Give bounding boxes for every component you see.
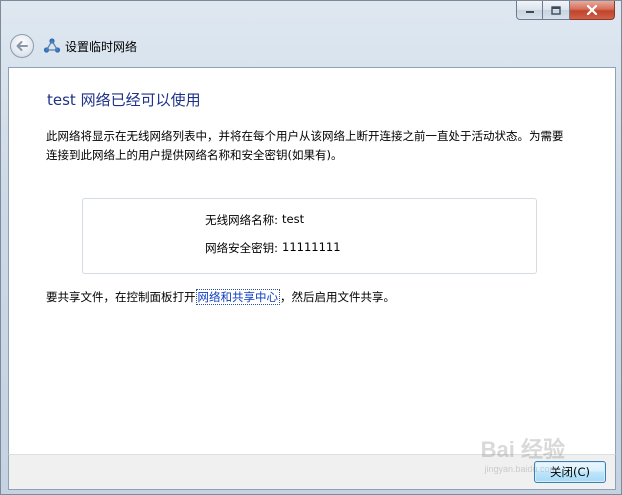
security-key-value: 11111111	[282, 240, 341, 254]
maximize-button[interactable]	[543, 1, 570, 20]
close-window-button[interactable]	[570, 1, 615, 20]
wizard-title: 设置临时网络	[65, 40, 138, 54]
network-name-label: 无线网络名称:	[205, 213, 278, 227]
caption-buttons	[516, 1, 615, 20]
share-suffix: ，然后启用文件共享。	[280, 290, 395, 304]
back-arrow-icon	[16, 41, 28, 51]
network-name-row: 无线网络名称: test	[83, 212, 538, 230]
adhoc-network-icon	[43, 38, 61, 53]
title-bar[interactable]	[1, 1, 621, 23]
maximize-icon	[551, 5, 561, 15]
minimize-icon	[525, 11, 534, 13]
security-key-row: 网络安全密钥: 11111111	[83, 240, 538, 258]
network-name-value: test	[282, 212, 305, 226]
share-prefix: 要共享文件，在控制面板打开	[46, 290, 196, 304]
minimize-button[interactable]	[516, 1, 543, 20]
window-frame: 设置临时网络 test 网络已经可以使用 此网络将显示在无线网络列表中，并将在每…	[0, 0, 622, 495]
watermark-logo: Bai 经验	[480, 437, 565, 462]
watermark-url: jingyan.baidu.com	[484, 464, 557, 474]
file-sharing-hint: 要共享文件，在控制面板打开 网络和共享中心 ，然后启用文件共享。	[46, 289, 395, 305]
network-info-box: 无线网络名称: test 网络安全密钥: 11111111	[82, 198, 537, 274]
security-key-label: 网络安全密钥:	[205, 241, 278, 255]
network-sharing-center-link[interactable]: 网络和共享中心	[195, 289, 280, 305]
navigation-bar: 设置临时网络	[1, 25, 621, 65]
main-instruction: test 网络已经可以使用	[47, 91, 201, 109]
back-button[interactable]	[10, 34, 34, 58]
description-text: 此网络将显示在无线网络列表中，并将在每个用户从该网络上断开连接之前一直处于活动状…	[46, 129, 564, 162]
close-icon	[586, 5, 598, 15]
content-area: test 网络已经可以使用 此网络将显示在无线网络列表中，并将在每个用户从该网络…	[8, 67, 616, 454]
